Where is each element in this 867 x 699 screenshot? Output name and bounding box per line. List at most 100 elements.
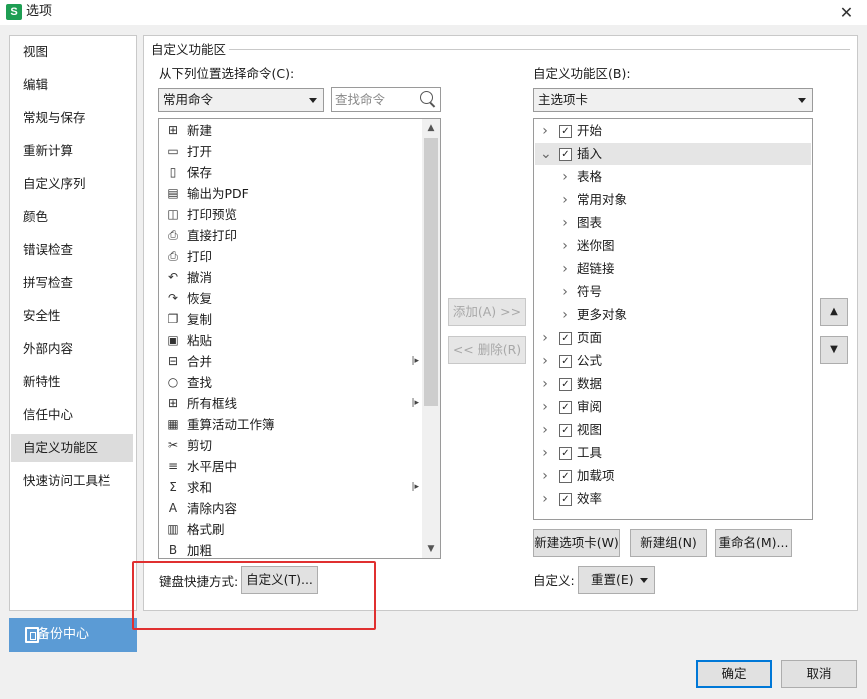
command-item[interactable]: ⊟ 合并 |▸ [161,351,423,372]
nav-item[interactable]: 常规与保存 [11,104,133,132]
command-item[interactable]: A 清除内容 [161,498,423,519]
command-item[interactable]: Σ 求和 |▸ [161,477,423,498]
ribbon-dropdown[interactable]: 主选项卡 [533,88,813,112]
tab-checkbox[interactable]: ✓ [559,424,572,437]
ribbon-tree[interactable]: › ✓ 开始 ⌄ ✓ 插入 › 表格 › 常用对象 › 图表 › 迷你图 › 超链接 › 符号 › 更多对象 › ✓ 页面 ›… [533,118,813,520]
nav-item[interactable]: 编辑 [11,71,133,99]
chevron-down-icon[interactable]: ⌄ [540,143,552,165]
commands-list[interactable]: ⊞ 新建 ▭ 打开 ▯ 保存 ▤ 输出为PDF ◫ 打印预览 ⎙ 直接打印 ⎙ 打印 ↶ 撤消 ↷ 恢复 ❐ 复制 ▣ 粘… [158,118,441,559]
move-down-button[interactable]: ▼ [820,336,848,364]
tab-checkbox[interactable]: ✓ [559,378,572,391]
close-icon[interactable]: ✕ [826,0,867,25]
nav-item[interactable]: 拼写检查 [11,269,133,297]
command-item[interactable]: ⎙ 打印 [161,246,423,267]
chevron-right-icon[interactable]: › [540,350,550,372]
command-item[interactable]: ↶ 撤消 [161,267,423,288]
ribbon-tab-node[interactable]: › ✓ 数据 [535,373,811,395]
tab-checkbox[interactable]: ✓ [559,470,572,483]
ribbon-group-node[interactable]: › 图表 [535,212,811,234]
ribbon-tab-node[interactable]: › ✓ 公式 [535,350,811,372]
ribbon-group-node[interactable]: › 更多对象 [535,304,811,326]
command-item[interactable]: ⊞ 新建 [161,120,423,141]
nav-item[interactable]: 自定义序列 [11,170,133,198]
chevron-right-icon[interactable]: › [560,189,570,211]
scroll-down-icon[interactable]: ▼ [422,541,440,558]
nav-item[interactable]: 重新计算 [11,137,133,165]
ribbon-tab-node[interactable]: › ✓ 加载项 [535,465,811,487]
nav-item[interactable]: 快速访问工具栏 [11,467,133,495]
nav-item[interactable]: 颜色 [11,203,133,231]
chevron-right-icon[interactable]: › [560,235,570,257]
chevron-right-icon[interactable]: › [540,327,550,349]
move-up-button[interactable]: ▲ [820,298,848,326]
ribbon-tab-node[interactable]: › ✓ 效率 [535,488,811,510]
command-item[interactable]: ▦ 重算活动工作簿 [161,414,423,435]
command-icon: ⊞ [167,123,179,137]
scroll-up-icon[interactable]: ▲ [422,120,440,137]
command-item[interactable]: ▯ 保存 [161,162,423,183]
command-item[interactable]: ≡ 水平居中 [161,456,423,477]
chevron-right-icon[interactable]: › [540,396,550,418]
nav-item[interactable]: 错误检查 [11,236,133,264]
ribbon-tab-node[interactable]: ⌄ ✓ 插入 [535,143,811,165]
ribbon-group-node[interactable]: › 超链接 [535,258,811,280]
command-item[interactable]: ✂ 剪切 [161,435,423,456]
ribbon-group-node[interactable]: › 符号 [535,281,811,303]
search-icon[interactable] [420,91,433,104]
scrollbar-thumb[interactable] [424,138,438,406]
nav-item[interactable]: 信任中心 [11,401,133,429]
chevron-right-icon[interactable]: › [540,442,550,464]
command-item[interactable]: ❐ 复制 [161,309,423,330]
nav-item[interactable]: 安全性 [11,302,133,330]
chevron-right-icon[interactable]: › [560,281,570,303]
ribbon-tab-node[interactable]: › ✓ 页面 [535,327,811,349]
chevron-right-icon[interactable]: › [540,419,550,441]
command-item[interactable]: ▭ 打开 [161,141,423,162]
add-button[interactable]: 添加(A) >> [448,298,526,326]
chevron-right-icon[interactable]: › [540,488,550,510]
nav-item[interactable]: 自定义功能区 [11,434,133,462]
ribbon-group-node[interactable]: › 迷你图 [535,235,811,257]
command-item[interactable]: ▥ 格式刷 [161,519,423,540]
new-tab-button[interactable]: 新建选项卡(W) [533,529,620,557]
ribbon-tab-node[interactable]: › ✓ 审阅 [535,396,811,418]
chevron-right-icon[interactable]: › [560,166,570,188]
tab-checkbox[interactable]: ✓ [559,493,572,506]
ok-button[interactable]: 确定 [696,660,772,688]
command-item[interactable]: ◫ 打印预览 [161,204,423,225]
tab-checkbox[interactable]: ✓ [559,125,572,138]
tab-checkbox[interactable]: ✓ [559,332,572,345]
tab-checkbox[interactable]: ✓ [559,355,572,368]
rename-button[interactable]: 重命名(M)... [715,529,792,557]
reset-button[interactable]: 重置(E) [578,566,655,594]
tab-checkbox[interactable]: ✓ [559,447,572,460]
nav-item[interactable]: 视图 [11,38,133,66]
ribbon-group-node[interactable]: › 表格 [535,166,811,188]
nav-item[interactable]: 新特性 [11,368,133,396]
command-item[interactable]: ▤ 输出为PDF [161,183,423,204]
chevron-right-icon[interactable]: › [540,465,550,487]
command-item[interactable]: B 加粗 [161,540,423,558]
ribbon-tab-node[interactable]: › ✓ 开始 [535,120,811,142]
tab-checkbox[interactable]: ✓ [559,401,572,414]
chevron-right-icon[interactable]: › [540,120,550,142]
chevron-down-icon[interactable] [640,578,648,583]
command-item[interactable]: ○ 查找 [161,372,423,393]
nav-item[interactable]: 外部内容 [11,335,133,363]
remove-button[interactable]: << 删除(R) [448,336,526,364]
chevron-right-icon[interactable]: › [540,373,550,395]
tab-checkbox[interactable]: ✓ [559,148,572,161]
chevron-right-icon[interactable]: › [560,212,570,234]
command-item[interactable]: ⊞ 所有框线 |▸ [161,393,423,414]
ribbon-tab-node[interactable]: › ✓ 视图 [535,419,811,441]
command-item[interactable]: ⎙ 直接打印 [161,225,423,246]
chevron-right-icon[interactable]: › [560,258,570,280]
chevron-right-icon[interactable]: › [560,304,570,326]
cancel-button[interactable]: 取消 [781,660,857,688]
ribbon-tab-node[interactable]: › ✓ 工具 [535,442,811,464]
ribbon-group-node[interactable]: › 常用对象 [535,189,811,211]
command-item[interactable]: ▣ 粘贴 [161,330,423,351]
choose-commands-dropdown[interactable]: 常用命令 [158,88,324,112]
new-group-button[interactable]: 新建组(N) [630,529,707,557]
command-item[interactable]: ↷ 恢复 [161,288,423,309]
